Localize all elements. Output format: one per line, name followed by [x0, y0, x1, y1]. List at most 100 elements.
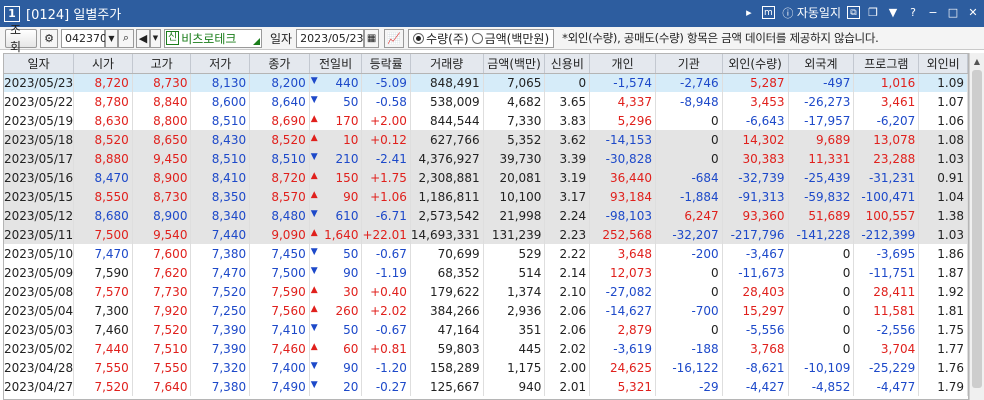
date-input[interactable]: 2023/05/23: [296, 28, 365, 48]
table-cell: 2023/05/04: [4, 301, 75, 320]
code-input[interactable]: 042370: [61, 28, 107, 48]
table-cell: 0: [788, 263, 855, 282]
scroll-up-icon[interactable]: ▲: [970, 53, 984, 69]
chart-icon[interactable]: 📈: [384, 28, 405, 48]
table-cell: 15,297: [722, 301, 789, 320]
table-row[interactable]: 2023/05/16 8,470 8,900 8,410 8,720 ▲ 150 +1.75 2…: [4, 168, 968, 187]
calendar-icon[interactable]: ▦: [364, 28, 380, 48]
radio-amt[interactable]: [471, 32, 483, 44]
column-header[interactable]: 전일비: [309, 54, 363, 74]
table-row[interactable]: 2023/05/11 7,500 9,540 7,440 9,090 ▲ 1,640 +22.…: [4, 225, 968, 244]
column-header[interactable]: 종가: [249, 54, 310, 74]
table-cell: -700: [655, 301, 723, 320]
table-cell: -8,621: [722, 358, 789, 377]
table-cell: 2,936: [483, 301, 546, 320]
radio-qty-label[interactable]: 수량(주): [426, 30, 468, 47]
help-icon[interactable]: ?: [906, 6, 920, 20]
table-cell: 2023/05/17: [4, 149, 75, 168]
table-row[interactable]: 2023/05/17 8,880 9,450 8,510 8,510 ▼ 210 -2.41 4…: [4, 149, 968, 168]
table-row[interactable]: 2023/05/18 8,520 8,650 8,430 8,520 ▲ 10 +0.12 62…: [4, 130, 968, 149]
speaker-icon[interactable]: ◀: [136, 28, 150, 48]
table-cell: -0.58: [361, 92, 411, 111]
play-icon[interactable]: ▸: [742, 6, 756, 20]
table-row[interactable]: 2023/05/23 8,720 8,730 8,130 8,200 ▼ 440 -5.09 8…: [4, 73, 968, 92]
column-header[interactable]: 금액(백만): [483, 54, 546, 74]
vertical-scrollbar[interactable]: ▲: [969, 53, 984, 400]
table-cell: 8,640: [249, 92, 310, 111]
change-value: 30: [343, 284, 359, 299]
table-cell: 7,550: [73, 358, 133, 377]
table-row[interactable]: 2023/05/08 7,570 7,730 7,520 7,590 ▲ 30 +0.40 17…: [4, 282, 968, 301]
notice-text: *외인(수량), 공매도(수량) 항목은 금액 데이터를 제공하지 않습니다.: [562, 31, 879, 45]
table-cell: 1.79: [918, 377, 968, 396]
column-header[interactable]: 시가: [73, 54, 133, 74]
close-icon[interactable]: ✕: [966, 6, 980, 20]
table-cell: 8,200: [249, 73, 310, 92]
column-header[interactable]: 외국계: [788, 54, 855, 74]
column-header[interactable]: 저가: [190, 54, 251, 74]
info-icon[interactable]: ⓘ: [781, 6, 795, 20]
column-header[interactable]: 일자: [4, 54, 75, 74]
table-cell: -5.09: [361, 73, 411, 92]
table-cell: 3,461: [853, 92, 920, 111]
column-header[interactable]: 프로그램: [853, 54, 920, 74]
table-cell: -32,207: [655, 225, 723, 244]
column-header[interactable]: 외인(수량): [722, 54, 789, 74]
query-button[interactable]: 조회: [5, 23, 37, 54]
table-cell: -32,739: [722, 168, 789, 187]
scroll-thumb[interactable]: [972, 70, 982, 388]
code-dropdown-icon[interactable]: ▼: [105, 28, 118, 48]
auto-log-button[interactable]: 자동일지: [797, 4, 841, 21]
table-row[interactable]: 2023/05/19 8,630 8,800 8,510 8,690 ▲ 170 +2.00 8…: [4, 111, 968, 130]
column-header[interactable]: 개인: [589, 54, 656, 74]
minimize-icon[interactable]: −: [926, 6, 940, 20]
maximize-icon[interactable]: □: [946, 6, 960, 20]
table-cell: -497: [788, 73, 855, 92]
radio-qty[interactable]: [413, 32, 425, 44]
table-cell: ▼ 90: [309, 358, 363, 377]
column-header[interactable]: 신용비: [544, 54, 591, 74]
settings-icon[interactable]: ⚙: [40, 28, 58, 48]
table-cell: ▼ 210: [309, 149, 363, 168]
table-cell: 3.19: [544, 168, 591, 187]
change-value: 60: [343, 341, 359, 356]
speaker-dropdown-icon[interactable]: ▼: [150, 28, 161, 48]
down-arrow-icon: ▼: [310, 208, 318, 219]
table-row[interactable]: 2023/05/02 7,440 7,510 7,390 7,460 ▲ 60 +0.81 59…: [4, 339, 968, 358]
column-header[interactable]: 고가: [132, 54, 192, 74]
table-row[interactable]: 2023/04/27 7,520 7,640 7,380 7,490 ▼ 20 -0.27 12…: [4, 377, 968, 396]
window-icon[interactable]: ❐: [866, 6, 880, 20]
table-cell: 2.14: [544, 263, 591, 282]
table-cell: 8,430: [190, 130, 251, 149]
table-cell: -11,673: [722, 263, 789, 282]
table-cell: 0: [788, 320, 855, 339]
table-row[interactable]: 2023/05/10 7,470 7,600 7,380 7,450 ▼ 50 -0.67 70…: [4, 244, 968, 263]
table-cell: -100,471: [853, 187, 920, 206]
pin-icon[interactable]: ▼: [886, 6, 900, 20]
table-cell: 100,557: [853, 206, 920, 225]
table-cell: 2023/05/02: [4, 339, 75, 358]
table-cell: 28,411: [853, 282, 920, 301]
change-value: 20: [343, 379, 359, 394]
table-row[interactable]: 2023/05/04 7,300 7,920 7,250 7,560 ▲ 260 +2.02 3…: [4, 301, 968, 320]
table-row[interactable]: 2023/05/15 8,550 8,730 8,350 8,570 ▲ 90 +1.06 1,…: [4, 187, 968, 206]
table-cell: 2.10: [544, 282, 591, 301]
column-header[interactable]: 거래량: [410, 54, 484, 74]
screen-icon[interactable]: m: [761, 6, 775, 19]
table-cell: -14,153: [589, 130, 656, 149]
column-header[interactable]: 등락률: [361, 54, 411, 74]
radio-amt-label[interactable]: 금액(백만원): [485, 30, 550, 47]
table-cell: -4,852: [788, 377, 855, 396]
table-row[interactable]: 2023/05/22 8,780 8,840 8,600 8,640 ▼ 50 -0.58 53…: [4, 92, 968, 111]
table-row[interactable]: 2023/05/03 7,460 7,520 7,390 7,410 ▼ 50 -0.67 47…: [4, 320, 968, 339]
column-header[interactable]: 기관: [655, 54, 723, 74]
column-header[interactable]: 외인비: [918, 54, 968, 74]
table-row[interactable]: 2023/05/09 7,590 7,620 7,470 7,500 ▼ 90 -1.19 68…: [4, 263, 968, 282]
link-icon[interactable]: ⧉: [847, 6, 860, 19]
up-arrow-icon: ▲: [310, 189, 318, 200]
table-row[interactable]: 2023/04/28 7,550 7,550 7,320 7,400 ▼ 90 -1.20 15…: [4, 358, 968, 377]
search-icon[interactable]: ⌕: [118, 28, 134, 48]
company-name: 비츠로테크: [181, 31, 237, 46]
table-row[interactable]: 2023/05/12 8,680 8,900 8,340 8,480 ▼ 610 -6.71 2…: [4, 206, 968, 225]
table-cell: -98,103: [589, 206, 656, 225]
